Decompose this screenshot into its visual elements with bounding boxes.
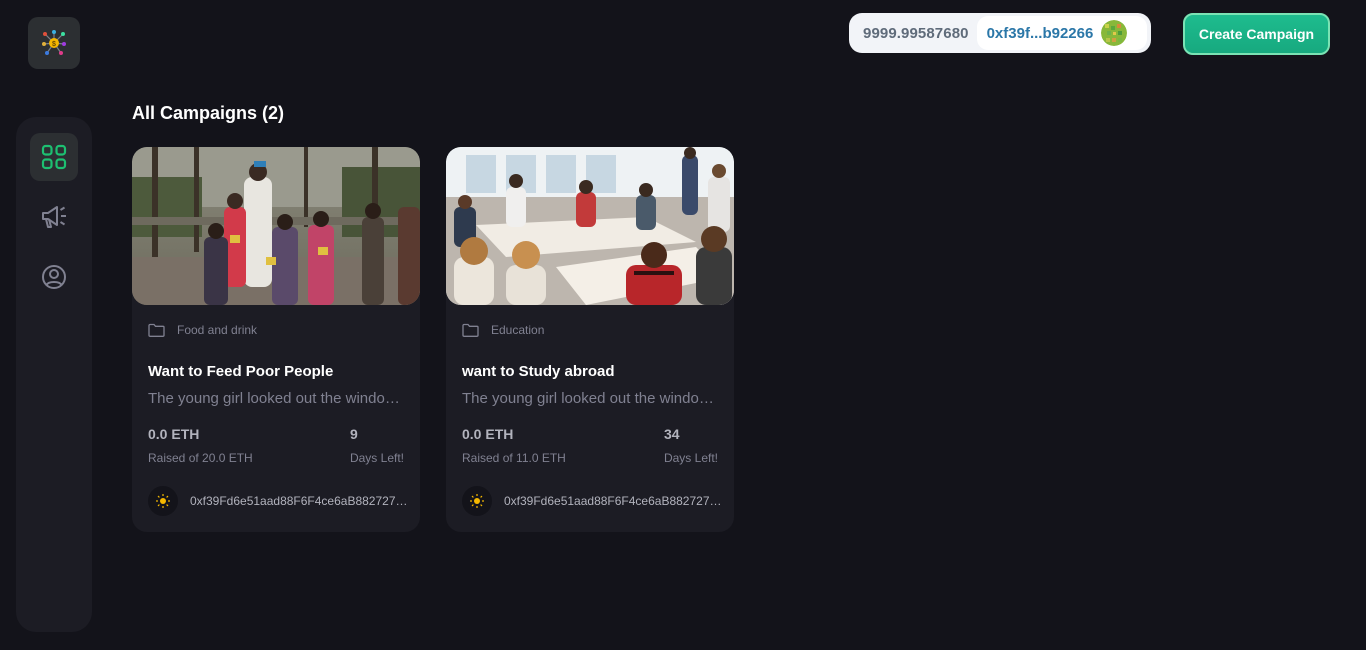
raised-value: 0.0 ETH: [462, 426, 514, 442]
sidebar-item-campaign[interactable]: [30, 193, 78, 241]
sidebar-item-profile[interactable]: [30, 253, 78, 301]
campaign-owner: 0xf39Fd6e51aad88F6F4ce6aB8827279cffFb922…: [462, 486, 726, 516]
wallet-address-chip[interactable]: 0xf39f...b92266: [976, 16, 1147, 50]
user-circle-icon: [42, 265, 66, 289]
owner-avatar: [148, 486, 178, 516]
category-label: Food and drink: [177, 323, 258, 337]
owner-address: 0xf39Fd6e51aad88F6F4ce6aB8827279cffFb922…: [190, 494, 412, 508]
owner-address: 0xf39Fd6e51aad88F6F4ce6aB8827279cffFb922…: [504, 494, 726, 508]
wallet-address: 0xf39f...b92266: [986, 24, 1094, 42]
campaign-owner: 0xf39Fd6e51aad88F6F4ce6aB8827279cffFb922…: [148, 486, 412, 516]
raised-value: 0.0 ETH: [148, 426, 200, 442]
owner-avatar: [462, 486, 492, 516]
page-title: All Campaigns (2): [132, 103, 285, 123]
days-left-stat: 34 Days Left!: [664, 426, 718, 465]
svg-text:$: $: [52, 41, 56, 48]
wallet-info[interactable]: 9999.99587680 0xf39f...b92266: [849, 13, 1151, 53]
campaign-description: The young girl looked out the window at …: [148, 390, 404, 407]
create-campaign-button[interactable]: Create Campaign: [1183, 13, 1330, 55]
campaign-category: Education: [462, 323, 544, 337]
campaign-image: [132, 147, 420, 305]
days-left-value: 9: [349, 426, 358, 442]
folder-icon: [462, 323, 479, 337]
category-label: Education: [491, 323, 545, 337]
sun-icon: [470, 494, 484, 508]
identicon-avatar: [1101, 20, 1128, 46]
campaign-category: Food and drink: [148, 323, 257, 337]
dashboard-grid-icon: [41, 144, 67, 170]
campaign-image: [446, 147, 734, 305]
raised-stat: 0.0 ETH Raised of 11.0 ETH: [462, 426, 566, 465]
raised-label: Raised of 20.0 ETH: [148, 451, 253, 465]
days-left-label: Days Left!: [349, 451, 404, 465]
logo[interactable]: $: [28, 17, 80, 69]
raised-stat: 0.0 ETH Raised of 20.0 ETH: [148, 426, 253, 465]
folder-icon: [148, 323, 165, 337]
campaign-card[interactable]: Education want to Study abroad The young…: [446, 147, 734, 532]
sidebar-item-dashboard[interactable]: [30, 133, 78, 181]
days-left-label: Days Left!: [663, 451, 718, 465]
campaign-card[interactable]: Food and drink Want to Feed Poor People …: [132, 147, 420, 532]
logo-icon: $: [42, 30, 66, 55]
campaign-title: want to Study abroad: [462, 363, 615, 380]
days-left-value: 34: [663, 426, 680, 442]
app-root: $ 9999.99587680 0xf39f...b92266 Create C…: [0, 0, 1366, 650]
campaign-title: Want to Feed Poor People: [148, 363, 334, 380]
campaign-description: The young girl looked out the window at …: [462, 390, 718, 407]
days-left-stat: 9 Days Left!: [350, 426, 404, 465]
wallet-balance: 9999.99587680: [863, 24, 969, 42]
sun-icon: [156, 494, 170, 508]
sidebar: [16, 117, 92, 632]
raised-label: Raised of 11.0 ETH: [462, 451, 566, 465]
megaphone-icon: [42, 206, 66, 228]
